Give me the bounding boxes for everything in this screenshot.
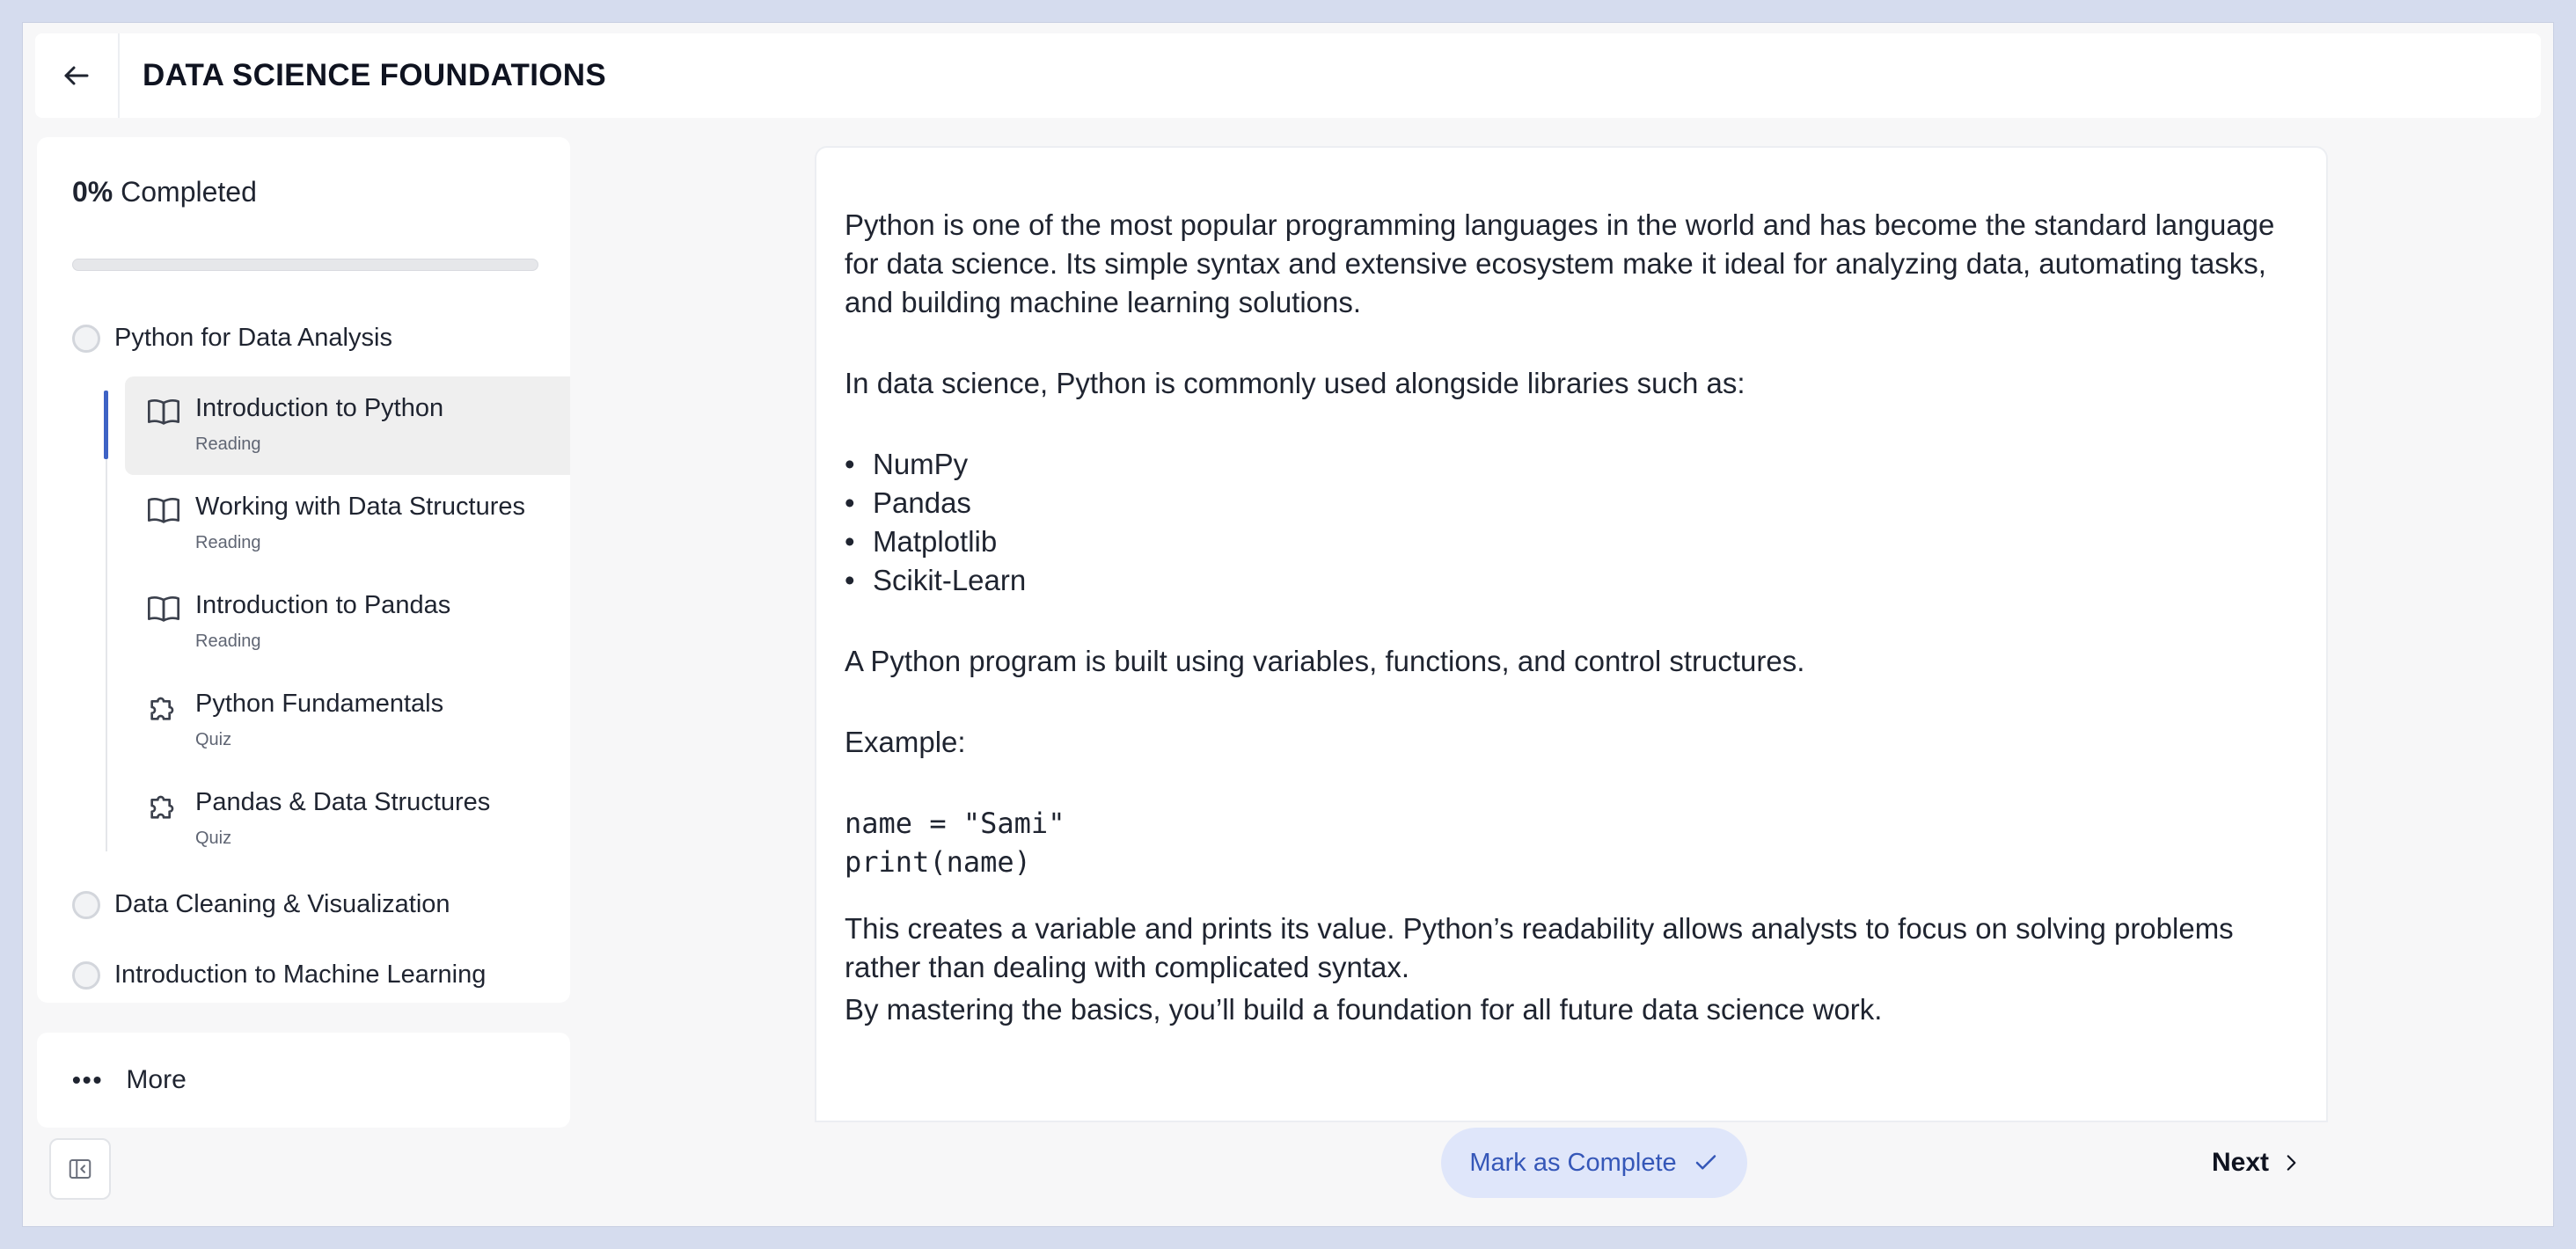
content-conclusion: By mastering the basics, you’ll build a … [845,993,1883,1026]
lesson-title: Pandas & Data Structures [195,788,491,816]
back-button[interactable] [35,33,120,118]
content-explanation: This creates a variable and prints its v… [845,912,2234,983]
lesson-title: Python Fundamentals [195,690,444,718]
app-window: DATA SCIENCE FOUNDATIONS 0% Completed Py… [23,23,2553,1226]
sidebar-collapse-button[interactable] [49,1138,111,1200]
list-item: Scikit-Learn [845,561,1026,600]
check-icon [1693,1150,1719,1176]
module-label: Python for Data Analysis [114,324,392,352]
content-example-label: Example: [845,726,966,758]
puzzle-icon [150,697,174,720]
code-line: print(name) [845,845,1031,879]
lesson-active-indicator [104,391,108,459]
content-intro: Python is one of the most popular progra… [845,208,2275,318]
lesson-title: Introduction to Pandas [195,591,451,619]
lesson-type: Reading [195,632,261,651]
list-item: NumPy [845,445,1026,484]
lesson-working-with-data-structures[interactable]: Working with Data Structures Reading [125,475,570,573]
module-status-circle-icon [72,890,100,919]
lesson-type: Quiz [195,829,232,848]
module-introduction-to-machine-learning[interactable]: Introduction to Machine Learning [72,960,486,990]
lesson-rail [106,391,107,851]
lesson-title: Introduction to Python [195,394,444,422]
progress-suffix: Completed [121,176,257,208]
lesson-introduction-to-pandas[interactable]: Introduction to Pandas Reading [125,573,570,672]
list-item: Matplotlib [845,522,1026,561]
book-open-icon [148,595,180,622]
module-data-cleaning-visualization[interactable]: Data Cleaning & Visualization [72,890,450,919]
libraries-list: NumPy Pandas Matplotlib Scikit-Learn [845,445,1026,600]
lesson-title: Working with Data Structures [195,493,525,521]
chevron-right-icon [2280,1151,2302,1174]
puzzle-icon [150,795,174,819]
module-label: Data Cleaning & Visualization [114,890,450,918]
sidebar-collapse-icon [69,1159,91,1179]
next-label: Next [2212,1148,2270,1177]
more-button[interactable]: ••• More [37,1033,570,1128]
top-bar: DATA SCIENCE FOUNDATIONS [35,33,2541,118]
content-libraries-intro: In data science, Python is commonly used… [845,367,1745,399]
code-line: name = "Sami" [845,807,1065,840]
lesson-type: Quiz [195,730,232,749]
mark-as-complete-label: Mark as Complete [1469,1148,1677,1177]
list-item: Pandas [845,484,1026,522]
module-label: Introduction to Machine Learning [114,960,487,989]
module-status-circle-icon [72,960,100,990]
progress-bar [72,259,538,271]
book-open-icon [148,497,180,523]
lesson-introduction-to-python[interactable]: Introduction to Python Reading [125,376,570,475]
book-open-icon [148,398,180,425]
more-dots-icon: ••• [72,1066,104,1093]
mark-as-complete-button[interactable]: Mark as Complete [1441,1128,1747,1198]
lesson-content: Python is one of the most popular progra… [815,146,2328,1122]
content-structure: A Python program is built using variable… [845,645,1805,677]
course-sidebar: 0% Completed Python for Data Analysis In… [37,137,570,1003]
more-label: More [126,1065,187,1094]
module-python-for-data-analysis[interactable]: Python for Data Analysis [72,324,392,353]
code-block: name = "Sami" print(name) [845,804,1065,881]
lesson-type: Reading [195,435,261,454]
arrow-left-icon [64,66,89,85]
progress-label: 0% Completed [72,176,257,208]
module-status-circle-icon [72,324,100,353]
page-title: DATA SCIENCE FOUNDATIONS [143,58,607,92]
lesson-python-fundamentals[interactable]: Python Fundamentals Quiz [125,672,570,771]
lesson-type: Reading [195,533,261,552]
progress-percent: 0% [72,176,113,208]
lesson-pandas-and-data-structures[interactable]: Pandas & Data Structures Quiz [125,771,570,869]
next-button[interactable]: Next [2212,1135,2302,1191]
